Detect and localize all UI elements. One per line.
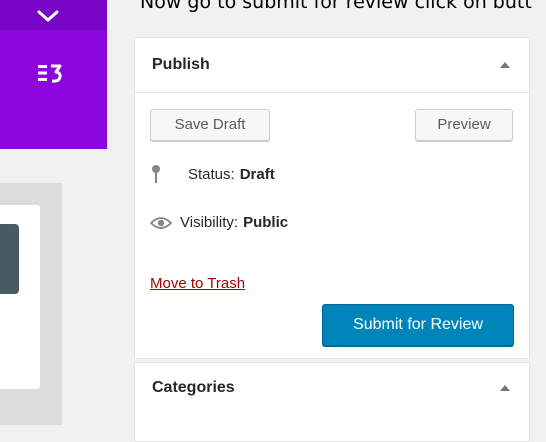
categories-title: Categories — [152, 379, 235, 396]
publish-box: Publish Save Draft Preview Status: Draft… — [134, 37, 530, 359]
elementor-icon[interactable] — [36, 63, 64, 83]
instruction-caption: Now go to submit for review click on but… — [140, 0, 532, 13]
categories-box-header[interactable]: Categories — [135, 363, 529, 417]
editor-side-panel — [0, 0, 107, 149]
visibility-label: Visibility: — [180, 214, 239, 231]
publish-box-header[interactable]: Publish — [135, 38, 529, 93]
visibility-row: Visibility: Public — [150, 214, 288, 231]
move-to-trash-link[interactable]: Move to Trash — [150, 275, 245, 292]
status-value: Draft — [239, 165, 275, 183]
submit-for-review-button[interactable]: Submit for Review — [322, 304, 514, 346]
visibility-value: Public — [243, 214, 289, 231]
save-draft-button[interactable]: Save Draft — [150, 109, 270, 141]
preview-button[interactable]: Preview — [415, 109, 513, 141]
chevron-down-icon[interactable] — [36, 8, 60, 24]
editor-handle[interactable] — [0, 224, 19, 294]
status-row: Status: Draft — [150, 164, 275, 184]
collapse-arrow-icon[interactable] — [500, 385, 510, 391]
eye-icon — [150, 216, 176, 230]
publish-title: Publish — [152, 56, 210, 73]
pin-icon — [150, 164, 176, 184]
categories-box: Categories — [134, 362, 530, 442]
editor-canvas-remnant — [0, 183, 62, 425]
status-label: Status: — [188, 165, 235, 183]
collapse-arrow-icon[interactable] — [500, 62, 510, 68]
